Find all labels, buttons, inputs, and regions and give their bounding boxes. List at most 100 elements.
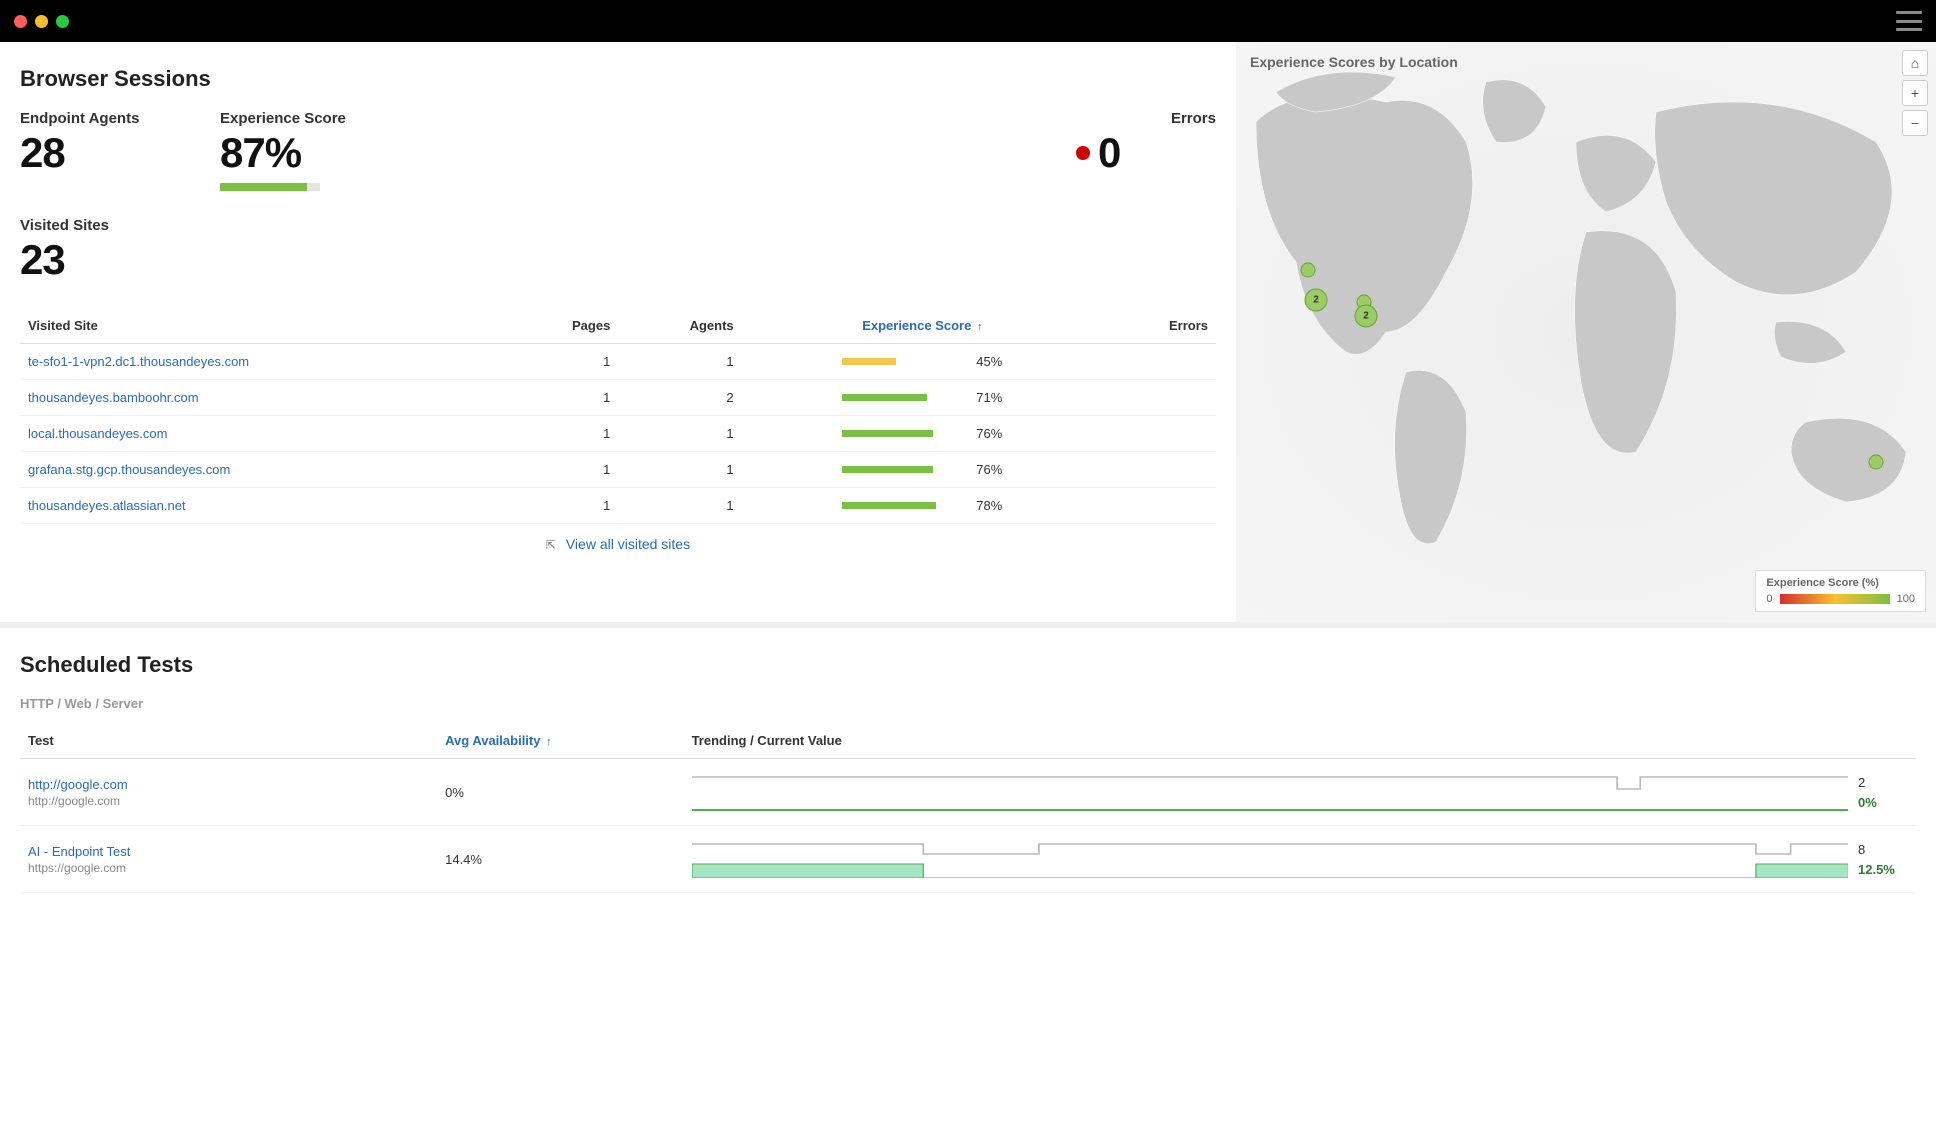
visited-site-link[interactable]: thousandeyes.bamboohr.com	[28, 390, 199, 405]
world-map[interactable]: 22	[1236, 42, 1936, 622]
score-cell: 76%	[742, 416, 1103, 452]
scheduled-tests-subtitle: HTTP / Web / Server	[20, 696, 1916, 711]
col-visited-site[interactable]: Visited Site	[20, 308, 507, 344]
experience-map-panel: Experience Scores by Location ⌂ + −	[1236, 42, 1936, 622]
table-row: AI - Endpoint Test https://google.com 14.4…	[20, 826, 1916, 893]
agents-cell: 2	[618, 380, 741, 416]
sort-asc-icon: ↑	[546, 736, 552, 748]
stat-visited-sites: Visited Sites 23	[20, 217, 160, 282]
map-marker-count: 2	[1313, 295, 1319, 306]
test-link[interactable]: http://google.com	[28, 777, 429, 792]
visited-site-link[interactable]: te-sfo1-1-vpn2.dc1.thousandeyes.com	[28, 354, 249, 369]
sparkline	[692, 840, 1848, 858]
test-link[interactable]: AI - Endpoint Test	[28, 844, 429, 859]
errors-cell	[1103, 488, 1216, 524]
col-agents[interactable]: Agents	[618, 308, 741, 344]
availability-cell: 0%	[437, 759, 683, 826]
col-avg-availability[interactable]: Avg Availability ↑	[437, 723, 683, 759]
agents-cell: 1	[618, 344, 741, 380]
table-row: http://google.comhttp://google.com0%20%	[20, 759, 1916, 826]
map-zoom-out-button[interactable]: −	[1902, 110, 1928, 136]
stat-value: 23	[20, 238, 160, 282]
trend-value: 0%	[1858, 795, 1908, 810]
table-row: grafana.stg.gcp.thousandeyes.com1176%	[20, 452, 1216, 488]
sparkline	[692, 773, 1848, 791]
stat-value: 28	[20, 131, 160, 175]
map-location-marker[interactable]	[1869, 455, 1883, 469]
visited-site-link[interactable]: grafana.stg.gcp.thousandeyes.com	[28, 462, 230, 477]
window-titlebar	[0, 0, 1936, 42]
agents-cell: 1	[618, 488, 741, 524]
errors-cell	[1103, 452, 1216, 488]
map-home-button[interactable]: ⌂	[1902, 50, 1928, 76]
table-row: local.thousandeyes.com1176%	[20, 416, 1216, 452]
sparkline	[692, 860, 1848, 878]
close-window-button[interactable]	[14, 15, 27, 28]
traffic-lights	[14, 15, 69, 28]
errors-count: 0	[1098, 131, 1120, 175]
view-all-link[interactable]: View all visited sites	[566, 536, 690, 552]
trend-value: 8	[1858, 842, 1908, 857]
trend-metric-1: 8	[692, 840, 1908, 858]
trend-metric-2: 12.5%	[692, 860, 1908, 878]
minimize-window-button[interactable]	[35, 15, 48, 28]
map-title: Experience Scores by Location	[1250, 54, 1458, 70]
col-experience-score-label: Experience Score	[862, 318, 971, 333]
legend-max: 100	[1897, 593, 1915, 605]
table-row: te-sfo1-1-vpn2.dc1.thousandeyes.com1145%	[20, 344, 1216, 380]
pages-cell: 1	[507, 452, 619, 488]
trend-value: 12.5%	[1858, 862, 1908, 877]
trend-metric-2: 0%	[692, 793, 1908, 811]
col-experience-score[interactable]: Experience Score ↑	[742, 308, 1103, 344]
col-avg-availability-label: Avg Availability	[445, 733, 540, 748]
view-all-visited-sites[interactable]: ⇱ View all visited sites	[20, 524, 1216, 556]
stat-errors: Errors 0	[1076, 110, 1216, 191]
legend-gradient	[1780, 594, 1890, 604]
menu-icon[interactable]	[1896, 11, 1922, 31]
stat-label: Visited Sites	[20, 217, 160, 234]
trend-value: 2	[1858, 775, 1908, 790]
agents-cell: 1	[618, 452, 741, 488]
availability-cell: 14.4%	[437, 826, 683, 893]
visited-site-link[interactable]: thousandeyes.atlassian.net	[28, 498, 186, 513]
visited-sites-table: Visited Site Pages Agents Experience Sco…	[20, 308, 1216, 524]
sparkline	[692, 793, 1848, 811]
browser-sessions-title: Browser Sessions	[20, 66, 1216, 92]
score-cell: 76%	[742, 452, 1103, 488]
trend-metric-1: 2	[692, 773, 1908, 791]
stat-value: 87%	[220, 131, 360, 175]
score-cell: 45%	[742, 344, 1103, 380]
agents-cell: 1	[618, 416, 741, 452]
external-link-icon: ⇱	[546, 538, 556, 552]
visited-site-link[interactable]: local.thousandeyes.com	[28, 426, 167, 441]
stat-endpoint-agents: Endpoint Agents 28	[20, 110, 160, 191]
stat-label: Experience Score	[220, 110, 360, 127]
map-location-marker[interactable]	[1301, 263, 1315, 277]
pages-cell: 1	[507, 380, 619, 416]
score-cell: 71%	[742, 380, 1103, 416]
score-cell: 78%	[742, 488, 1103, 524]
errors-cell	[1103, 344, 1216, 380]
maximize-window-button[interactable]	[56, 15, 69, 28]
col-pages[interactable]: Pages	[507, 308, 619, 344]
table-row: thousandeyes.bamboohr.com 1271%	[20, 380, 1216, 416]
legend-min: 0	[1766, 593, 1772, 605]
col-trending[interactable]: Trending / Current Value	[684, 723, 1916, 759]
map-marker-count: 2	[1363, 311, 1369, 322]
col-errors[interactable]: Errors	[1103, 308, 1216, 344]
test-subtext: https://google.com	[28, 861, 429, 875]
pages-cell: 1	[507, 416, 619, 452]
scheduled-tests-title: Scheduled Tests	[20, 652, 1916, 678]
pages-cell: 1	[507, 488, 619, 524]
sort-asc-icon: ↑	[977, 321, 983, 333]
stat-label: Endpoint Agents	[20, 110, 160, 127]
errors-cell	[1103, 416, 1216, 452]
legend-title: Experience Score (%)	[1766, 577, 1915, 589]
col-test[interactable]: Test	[20, 723, 437, 759]
pages-cell: 1	[507, 344, 619, 380]
table-row: thousandeyes.atlassian.net1178%	[20, 488, 1216, 524]
map-zoom-in-button[interactable]: +	[1902, 80, 1928, 106]
experience-score-bar	[220, 183, 320, 191]
scheduled-tests-table: Test Avg Availability ↑ Trending / Curre…	[20, 723, 1916, 893]
errors-cell	[1103, 380, 1216, 416]
